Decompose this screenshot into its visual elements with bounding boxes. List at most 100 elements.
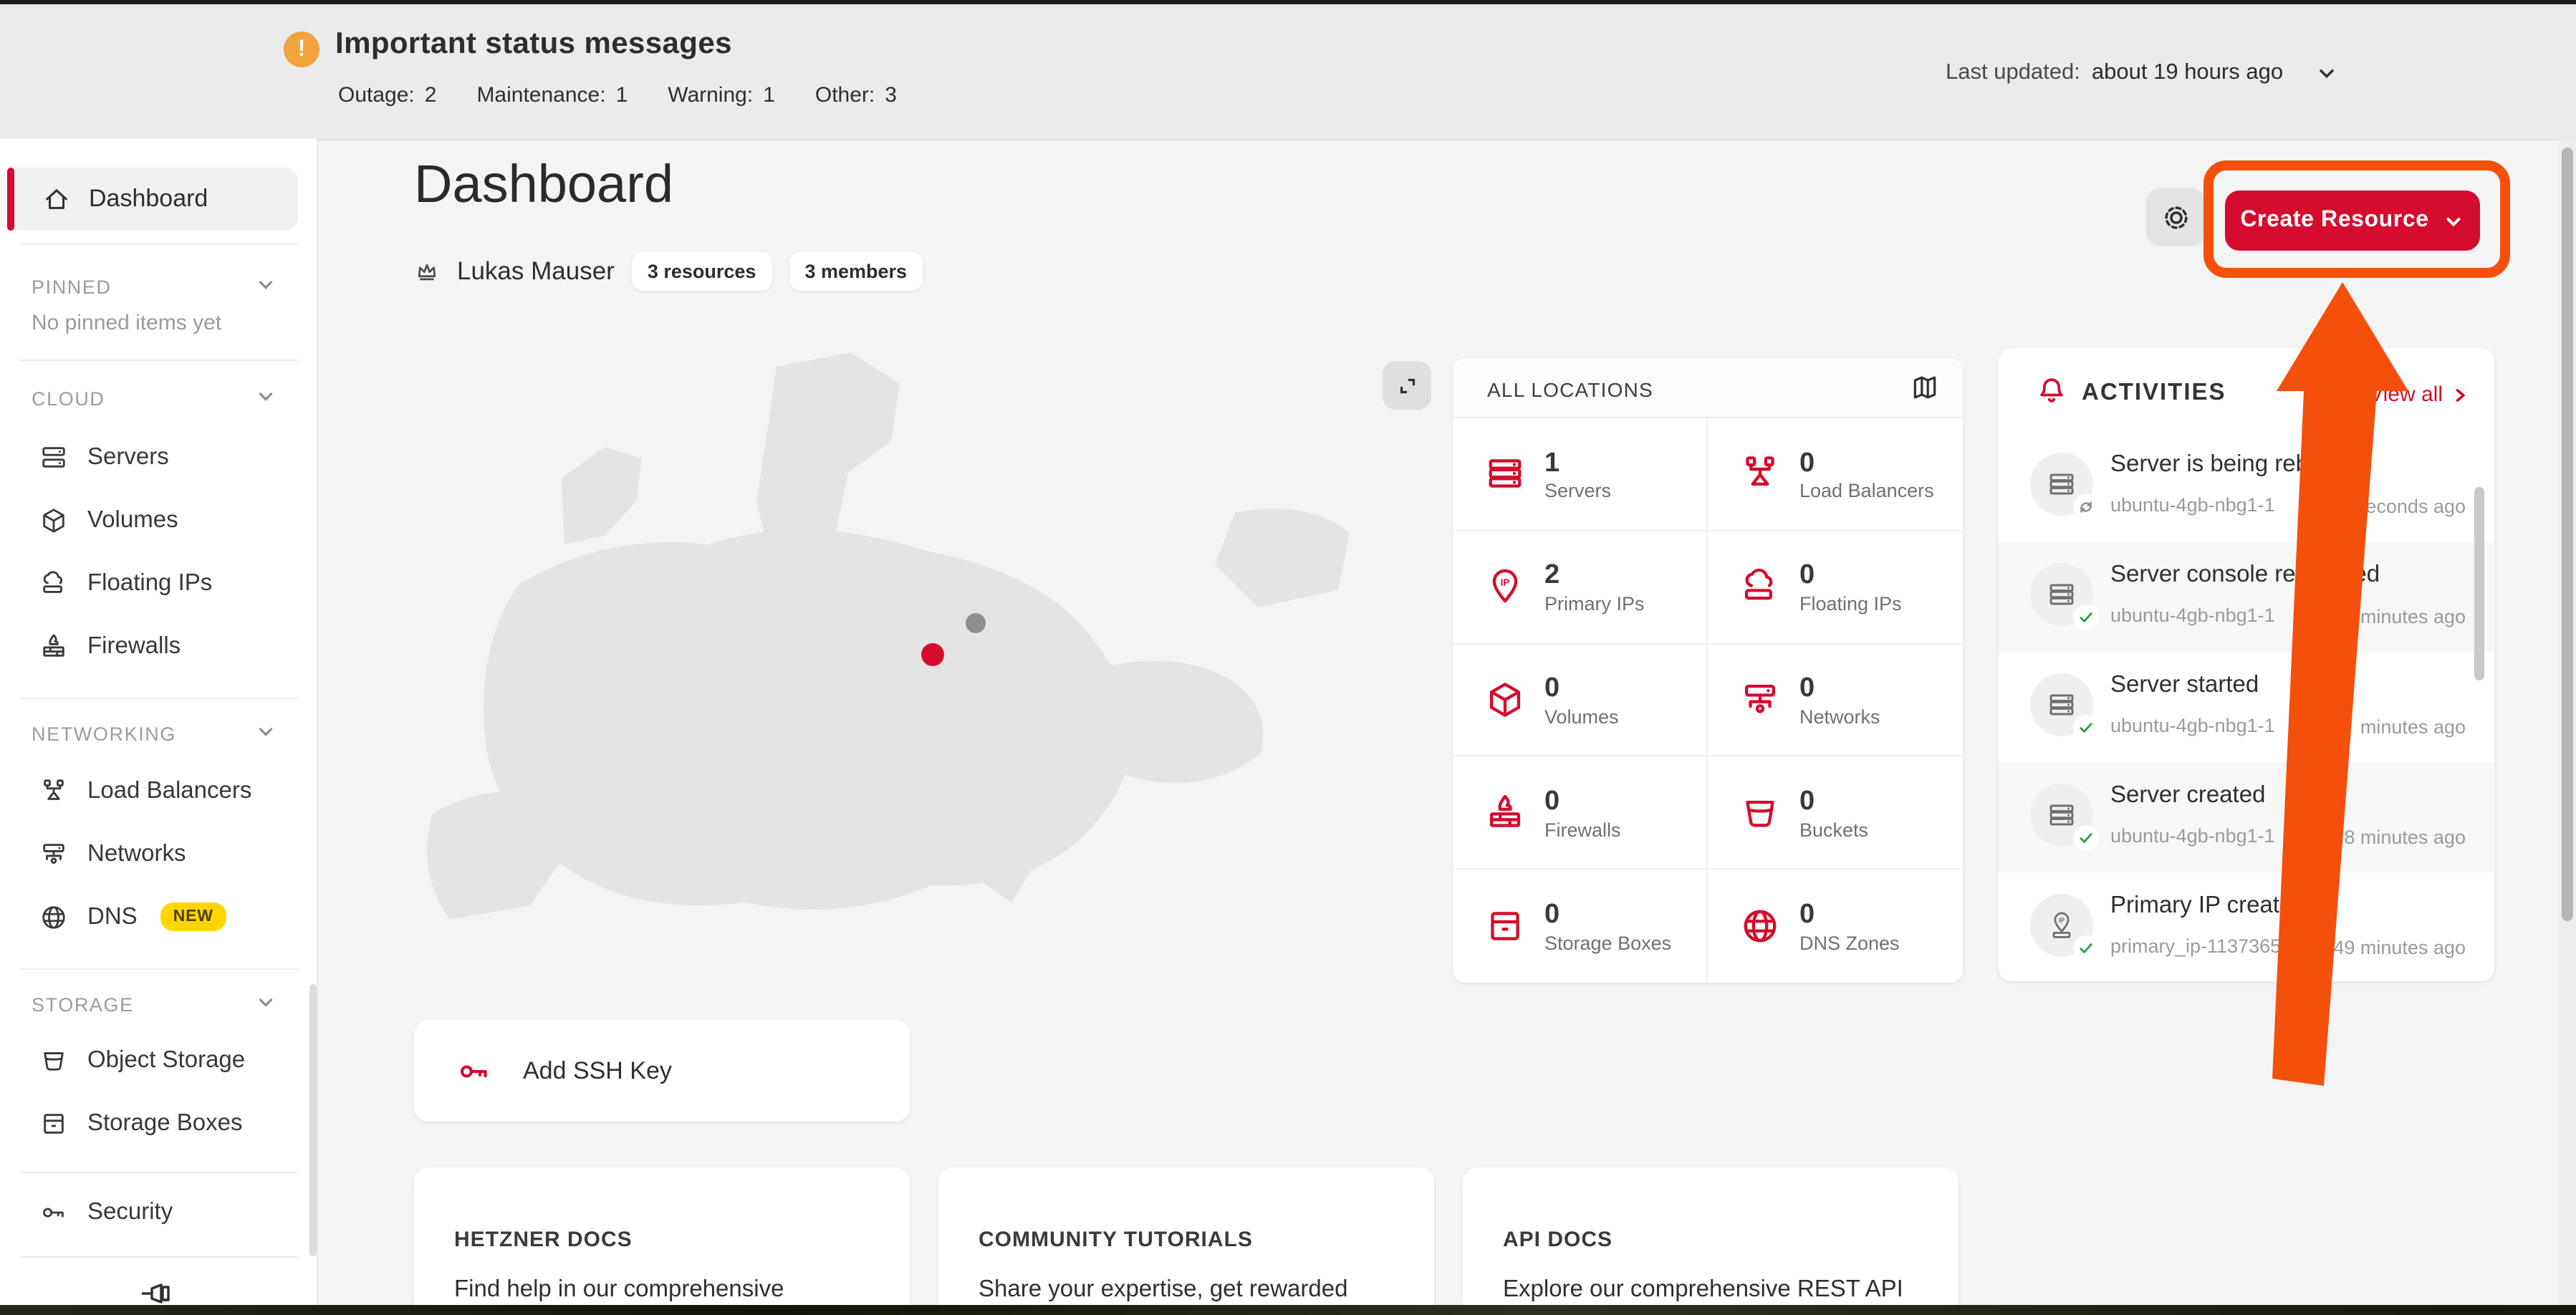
sidebar-item-servers[interactable]: Servers — [0, 431, 318, 483]
status-count-other: Other:3 — [815, 83, 897, 107]
divider — [20, 244, 298, 245]
stat-dns-zones[interactable]: 0DNS Zones — [1708, 870, 1963, 983]
activity-time: minutes ago — [2360, 716, 2466, 738]
stat-firewalls[interactable]: 0Firewalls — [1453, 757, 1708, 870]
chevron-down-icon[interactable] — [255, 721, 277, 742]
stat-value: 0 — [1544, 898, 1671, 933]
stat-value: 0 — [1544, 672, 1619, 706]
activities-view-all-link[interactable]: View all — [2369, 382, 2469, 407]
sidebar-item-label: Security — [87, 1198, 173, 1225]
sidebar-item-dns[interactable]: DNS NEW — [0, 891, 318, 943]
check-status-icon — [2073, 715, 2099, 741]
stat-value: 0 — [1799, 785, 1868, 819]
page-scrollbar-thumb[interactable] — [2562, 148, 2573, 921]
activity-item[interactable]: Server started ubuntu-4gb-nbg1-1 minutes… — [1999, 652, 2494, 762]
servers-icon — [40, 443, 67, 471]
ip-pin-icon: IP — [1486, 567, 1524, 606]
divider — [20, 968, 298, 970]
sidebar-item-floating-ips[interactable]: Floating IPs — [0, 557, 318, 609]
sidebar-item-networks[interactable]: Networks — [0, 828, 318, 880]
activities-title: ACTIVITIES — [2082, 380, 2226, 407]
servers-icon — [1486, 455, 1524, 493]
hetzner-docs-card[interactable]: HETZNER DOCS Find help in our comprehens… — [414, 1167, 910, 1315]
status-count-label: Other: — [815, 83, 875, 107]
status-count-label: Maintenance: — [476, 83, 605, 107]
card-body: Explore our comprehensive REST API — [1503, 1276, 1903, 1304]
floating-ip-icon — [1741, 567, 1779, 606]
members-badge: 3 members — [789, 252, 923, 291]
location-dot-secondary[interactable] — [966, 613, 986, 633]
stat-label: Volumes — [1544, 706, 1619, 728]
status-count-value: 1 — [763, 83, 775, 107]
divider — [20, 698, 298, 699]
stat-label: Storage Boxes — [1544, 933, 1671, 954]
stat-floating-ips[interactable]: 0Floating IPs — [1708, 531, 1963, 645]
sidebar-item-label: Servers — [87, 443, 169, 471]
last-updated-toggle[interactable]: Last updated: about 19 hours ago — [1946, 60, 2337, 86]
activity-item[interactable]: Server is being rebuilt ubuntu-4gb-nbg1-… — [1999, 431, 2494, 541]
stat-label: Floating IPs — [1799, 593, 1902, 615]
sidebar-scrollbar-thumb[interactable] — [309, 984, 317, 1256]
activity-item[interactable]: Server created ubuntu-4gb-nbg1-1 8 minut… — [1999, 762, 2494, 872]
locations-panel-title: ALL LOCATIONS — [1487, 378, 1653, 401]
floating-ip-icon — [40, 569, 67, 597]
sidebar-item-label: Object Storage — [87, 1046, 245, 1074]
map-expand-button[interactable] — [1383, 361, 1431, 410]
stat-value: 2 — [1544, 559, 1645, 594]
sidebar-item-label: Storage Boxes — [87, 1109, 242, 1137]
status-bar: ! Important status messages Outage:2 Mai… — [0, 0, 2576, 140]
sidebar-item-dashboard[interactable]: Dashboard — [7, 168, 298, 231]
activity-item[interactable]: IP Primary IP created primary_ip-1137365… — [1999, 872, 2494, 981]
page-scrollbar-track[interactable] — [2559, 139, 2576, 1315]
stat-value: 0 — [1799, 446, 1934, 481]
stat-buckets[interactable]: 0Buckets — [1708, 757, 1963, 870]
firewall-icon — [40, 632, 67, 660]
map-icon[interactable] — [1910, 372, 1940, 403]
activity-resource: primary_ip-113736537 — [2110, 935, 2302, 957]
chevron-right-icon — [2451, 386, 2469, 403]
network-icon — [1741, 680, 1779, 719]
activity-time: 49 minutes ago — [2333, 937, 2466, 958]
sidebar-item-object-storage[interactable]: Object Storage — [0, 1034, 318, 1086]
stat-storage-boxes[interactable]: 0Storage Boxes — [1453, 870, 1708, 983]
add-ssh-key-button[interactable]: Add SSH Key — [414, 1020, 910, 1122]
load-balancer-icon — [40, 777, 67, 804]
bucket-icon — [40, 1046, 67, 1074]
check-status-icon — [2073, 604, 2099, 630]
status-count-value: 1 — [616, 83, 628, 107]
activity-title: Server started — [2110, 672, 2259, 699]
bell-icon — [2036, 375, 2067, 407]
activity-item[interactable]: Server console requested ubuntu-4gb-nbg1… — [1999, 541, 2494, 652]
chevron-down-icon[interactable] — [255, 991, 277, 1013]
divider — [20, 360, 298, 361]
activities-panel: ACTIVITIES View all Server is being rebu… — [1999, 348, 2494, 981]
window-top-edge — [0, 0, 2576, 4]
storage-box-icon — [40, 1109, 67, 1137]
stat-primary-ips[interactable]: IP 2Primary IPs — [1453, 531, 1708, 645]
project-owner-name: Lukas Mauser — [457, 256, 615, 286]
chevron-down-icon[interactable] — [255, 274, 277, 295]
sidebar-item-storage-boxes[interactable]: Storage Boxes — [0, 1097, 318, 1149]
sidebar-item-security[interactable]: Security — [0, 1186, 318, 1238]
sidebar-item-label: Firewalls — [87, 632, 181, 660]
warning-icon: ! — [284, 32, 319, 67]
stat-networks[interactable]: 0Networks — [1708, 644, 1963, 757]
location-dot-primary[interactable] — [921, 643, 944, 666]
stat-load-balancers[interactable]: 0Load Balancers — [1708, 418, 1963, 531]
community-tutorials-card[interactable]: COMMUNITY TUTORIALS Share your expertise… — [938, 1167, 1434, 1315]
activity-time: minutes ago — [2360, 606, 2466, 627]
sidebar-item-load-balancers[interactable]: Load Balancers — [0, 765, 318, 817]
project-settings-button[interactable] — [2146, 188, 2205, 246]
activities-scrollbar-thumb[interactable] — [2474, 487, 2484, 680]
stat-value: 0 — [1799, 898, 1900, 933]
stat-volumes[interactable]: 0Volumes — [1453, 644, 1708, 757]
api-docs-card[interactable]: API DOCS Explore our comprehensive REST … — [1463, 1167, 1959, 1315]
divider — [20, 1256, 298, 1258]
stat-label: Load Balancers — [1799, 481, 1934, 502]
sidebar-item-volumes[interactable]: Volumes — [0, 494, 318, 546]
sidebar-item-firewalls[interactable]: Firewalls — [0, 620, 318, 672]
volume-cube-icon — [40, 506, 67, 534]
stat-servers[interactable]: 1Servers — [1453, 418, 1708, 531]
chevron-down-icon[interactable] — [255, 385, 277, 407]
status-count-label: Warning: — [668, 83, 753, 107]
